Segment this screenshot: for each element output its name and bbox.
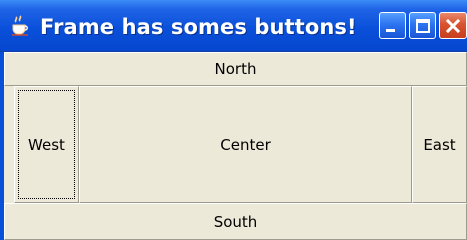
close-icon bbox=[445, 18, 461, 34]
minimize-icon bbox=[386, 29, 395, 32]
west-button[interactable]: West bbox=[14, 86, 79, 203]
south-label: South bbox=[213, 212, 258, 231]
window-controls bbox=[379, 12, 467, 40]
maximize-button[interactable] bbox=[409, 12, 436, 39]
window-title: Frame has somes buttons! bbox=[40, 15, 357, 39]
north-label: North bbox=[214, 60, 257, 78]
east-button[interactable]: East bbox=[412, 86, 467, 203]
content-pane: North West Center East South bbox=[4, 52, 467, 240]
minimize-button[interactable] bbox=[379, 12, 406, 39]
west-label: West bbox=[28, 135, 65, 154]
maximize-icon bbox=[416, 19, 430, 33]
title-bar[interactable]: Frame has somes buttons! bbox=[0, 0, 467, 52]
app-window: Frame has somes buttons! North West Cent… bbox=[0, 0, 467, 240]
center-button[interactable]: Center bbox=[79, 86, 412, 203]
north-button[interactable]: North bbox=[4, 52, 467, 86]
center-label: Center bbox=[220, 135, 271, 154]
south-button[interactable]: South bbox=[4, 203, 467, 240]
east-label: East bbox=[423, 135, 456, 154]
close-button[interactable] bbox=[439, 12, 467, 39]
java-cup-icon bbox=[12, 15, 28, 36]
